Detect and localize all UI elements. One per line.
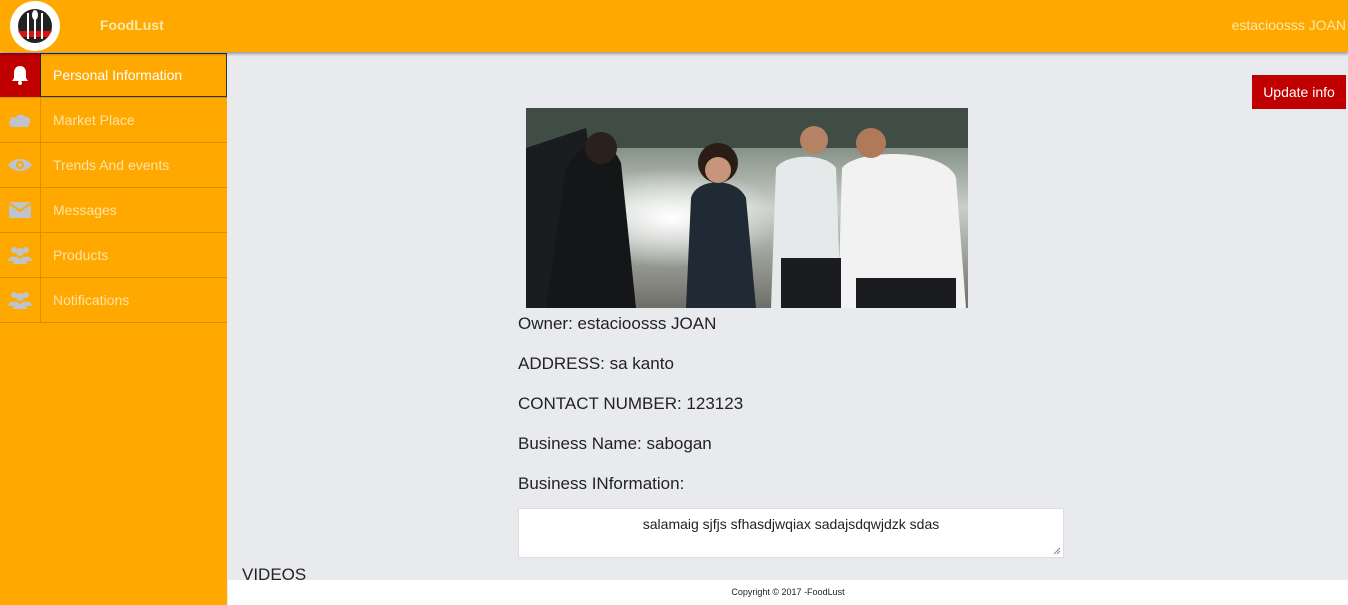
eye-icon (0, 143, 41, 187)
foodlust-logo[interactable] (10, 1, 60, 51)
business-name-text: Business Name: sabogan (518, 434, 712, 453)
sidebar-item-label: Trends And events (53, 157, 170, 173)
contact-number-text: CONTACT NUMBER: 123123 (518, 394, 744, 413)
copyright-text: Copyright © 2017 -FoodLust (731, 587, 845, 597)
footer: Copyright © 2017 -FoodLust (228, 580, 1348, 605)
users-icon (0, 233, 41, 277)
brand-name[interactable]: FoodLust (100, 17, 164, 33)
sidebar-item-label: Market Place (53, 112, 135, 128)
business-information-textarea[interactable]: salamaig sjfjs sfhasdjwqiax sadajsdqwjdz… (518, 508, 1064, 558)
sidebar: Personal Information Market Place Trends… (0, 53, 227, 605)
sidebar-item-products[interactable]: Products (0, 233, 227, 278)
user-name[interactable]: estacioosss JOAN (1232, 17, 1346, 33)
resize-grip-icon[interactable] (1053, 547, 1061, 555)
cloud-icon (0, 98, 41, 142)
sidebar-item-market-place[interactable]: Market Place (0, 98, 227, 143)
users-icon (0, 278, 41, 322)
business-information-value: salamaig sjfjs sfhasdjwqiax sadajsdqwjdz… (642, 516, 940, 532)
sidebar-item-label: Products (53, 247, 109, 263)
sidebar-item-label: Notifications (53, 292, 130, 308)
profile-photo (526, 108, 968, 308)
bell-icon (0, 53, 41, 97)
sidebar-item-messages[interactable]: Messages (0, 188, 227, 233)
business-information-label: Business INformation: (518, 474, 685, 493)
owner-text: Owner: estacioosss JOAN (518, 314, 717, 333)
address-text: ADDRESS: sa kanto (518, 354, 674, 373)
sidebar-item-notifications[interactable]: Notifications (0, 278, 227, 323)
sidebar-item-trends-and-events[interactable]: Trends And events (0, 143, 227, 188)
sidebar-item-personal-information[interactable]: Personal Information (0, 53, 227, 98)
utensils-icon (18, 9, 52, 43)
update-info-button[interactable]: Update info (1252, 75, 1346, 109)
envelope-icon (0, 188, 41, 232)
top-navbar: FoodLust estacioosss JOAN (0, 0, 1348, 52)
sidebar-item-label: Messages (53, 202, 117, 218)
sidebar-item-label: Personal Information (53, 67, 183, 83)
